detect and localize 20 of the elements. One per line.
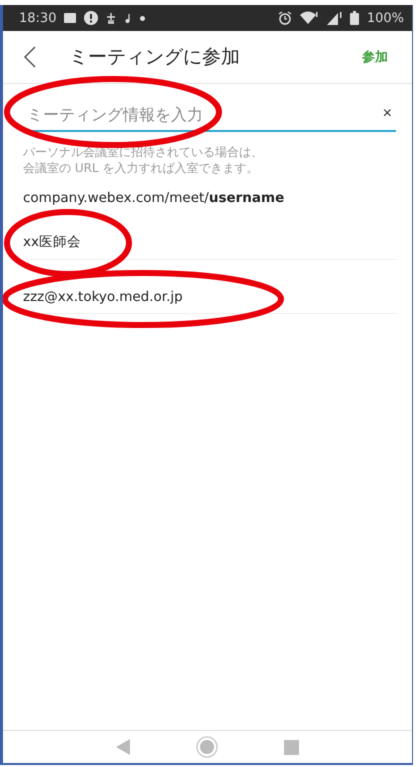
music-icon xyxy=(124,13,132,23)
history-entry[interactable]: zzz@xx.tokyo.med.or.jp xyxy=(23,289,183,305)
screen-title: ミーティングに参加 xyxy=(69,45,240,70)
history-entry[interactable]: xx医師会 xyxy=(23,233,81,251)
dot-icon xyxy=(140,16,146,20)
home-icon[interactable] xyxy=(196,736,218,758)
back-nav-icon[interactable] xyxy=(116,739,130,755)
signal-icon xyxy=(326,11,342,25)
meeting-info-field[interactable]: ミーティング情報を入力 × xyxy=(23,98,396,132)
url-example: company.webex.com/meet/username xyxy=(23,190,286,206)
battery-percent: 100% xyxy=(366,10,404,26)
image-icon xyxy=(64,13,76,23)
clear-button[interactable]: × xyxy=(378,105,396,123)
alert-icon xyxy=(84,11,98,25)
recents-icon[interactable] xyxy=(284,740,299,754)
battery-icon xyxy=(350,11,359,25)
status-time: 18:30 xyxy=(19,10,56,26)
alarm-icon xyxy=(278,11,292,25)
back-icon[interactable] xyxy=(23,46,37,68)
wifi-icon xyxy=(300,11,318,25)
